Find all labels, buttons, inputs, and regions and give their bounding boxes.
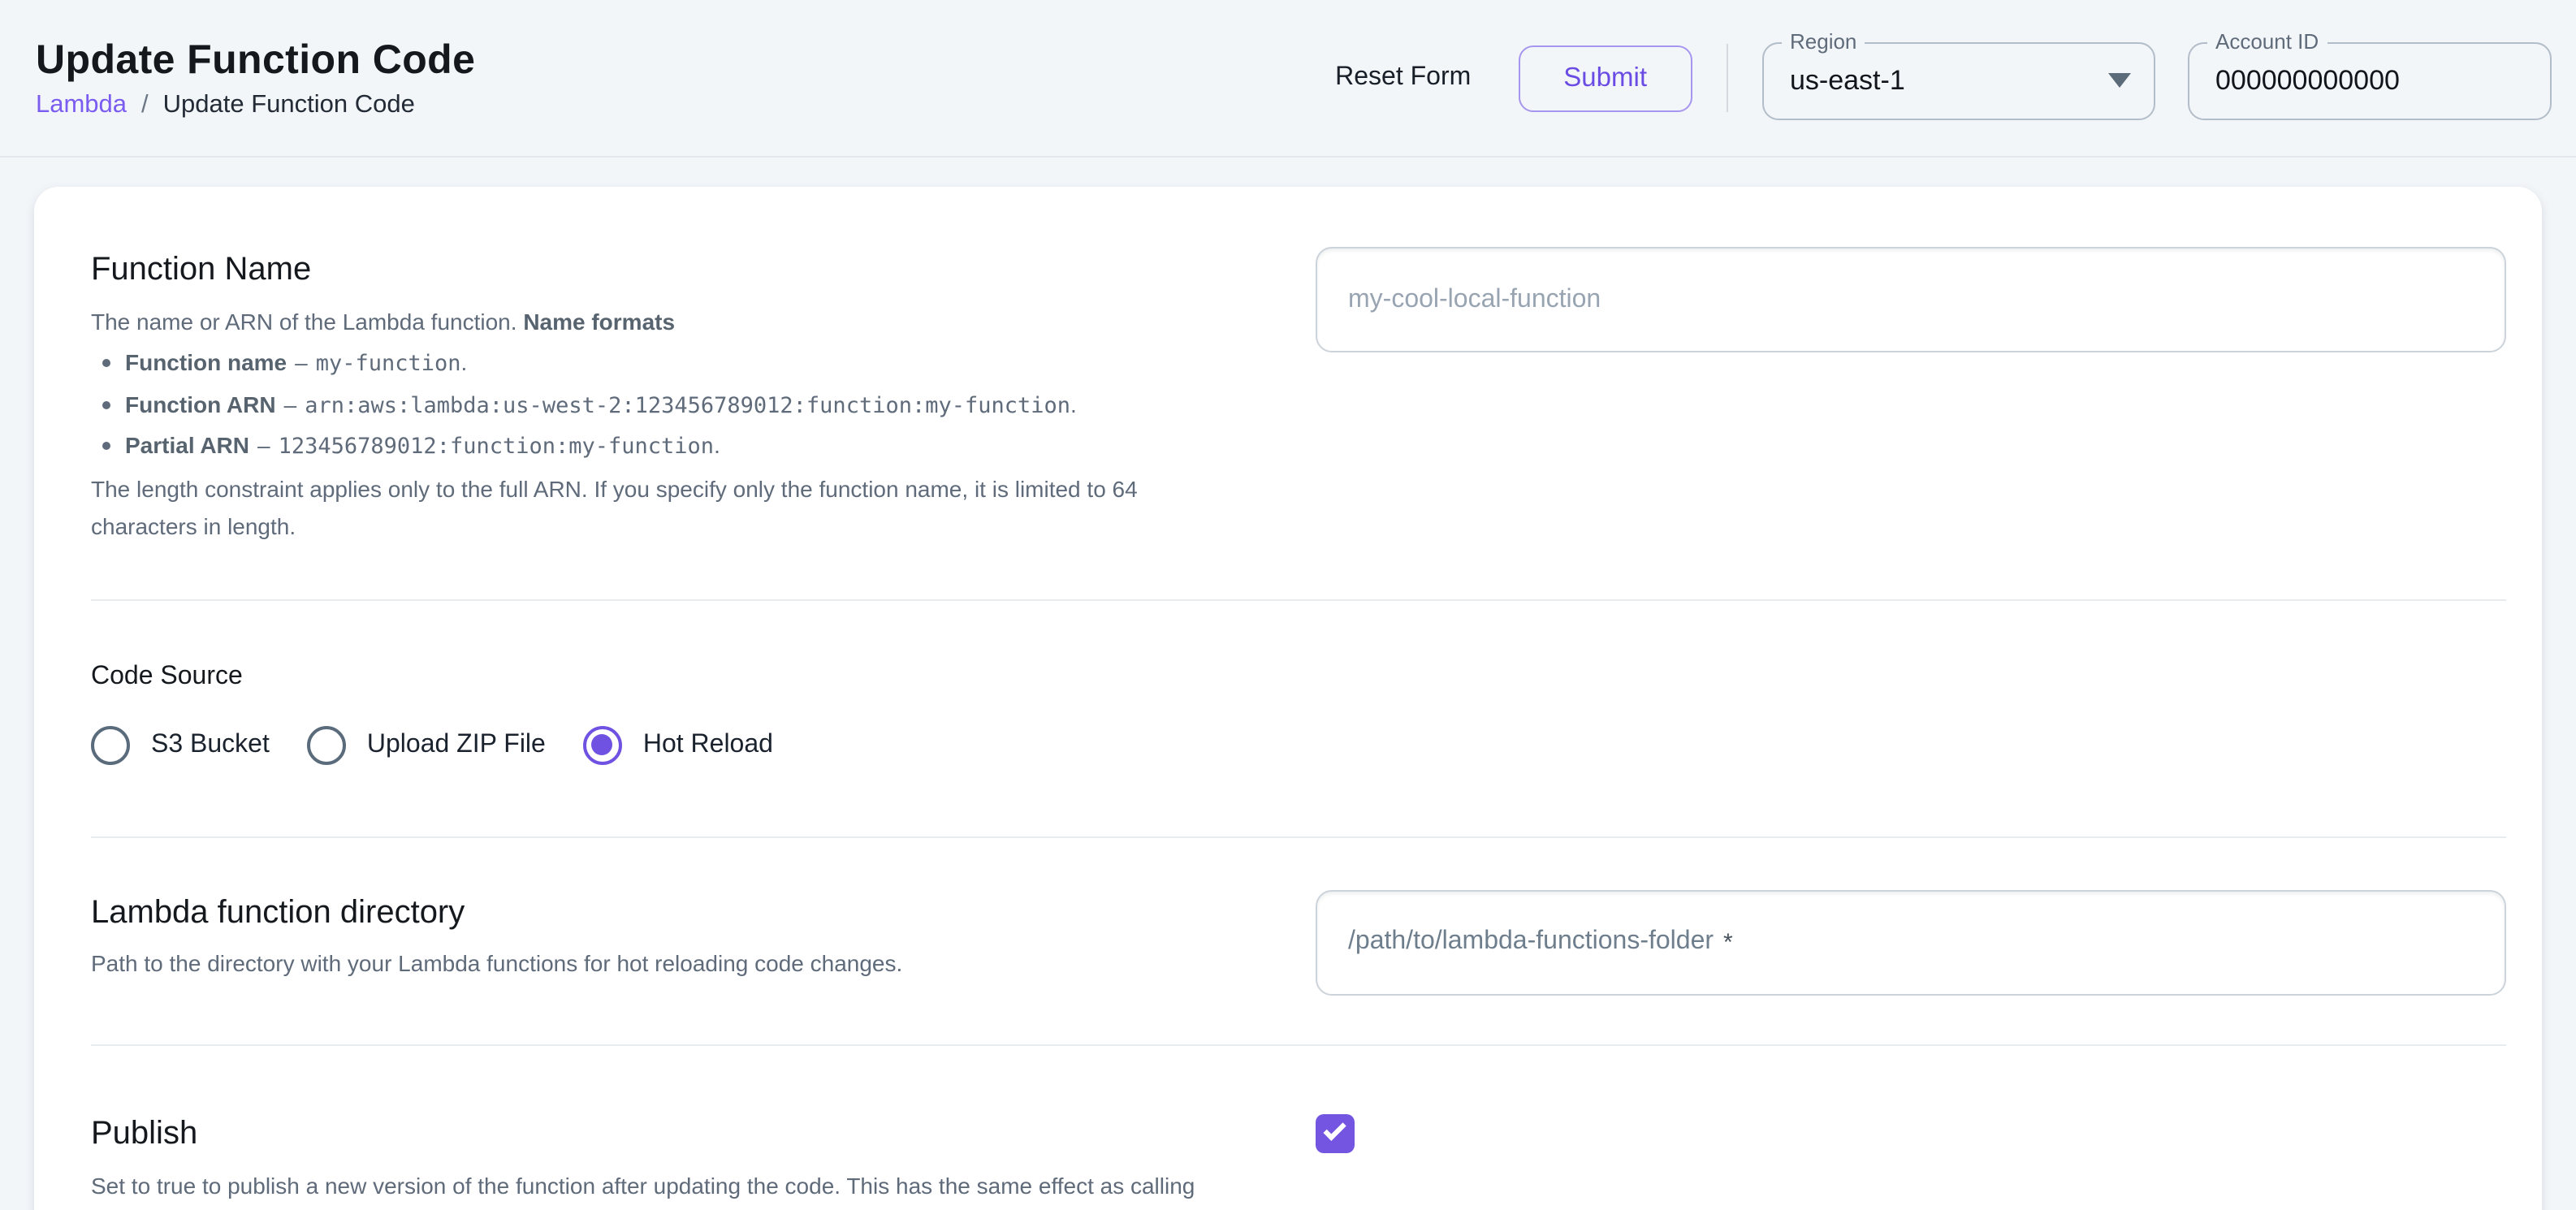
header-divider [1727, 44, 1728, 112]
publish-checkbox-col [1244, 1110, 2506, 1210]
form-card: Function Name The name or ARN of the Lam… [34, 187, 2542, 1210]
breadcrumb-separator: / [141, 90, 149, 119]
radio-option-upload-zip[interactable]: Upload ZIP File [307, 725, 546, 764]
region-value: us-east-1 [1790, 64, 1905, 97]
radio-icon [307, 725, 346, 764]
submit-button[interactable]: Submit [1518, 45, 1692, 111]
page-header: Update Function Code Lambda / Update Fun… [0, 0, 2576, 158]
function-name-desc-footer: The length constraint applies only to th… [91, 475, 1138, 538]
account-id-field: Account ID [2188, 41, 2552, 119]
header-actions: Reset Form Submit Region us-east-1 Accou… [1316, 37, 2552, 119]
publish-info: Publish Set to true to publish a new ver… [91, 1110, 1244, 1210]
publish-heading: Publish [91, 1110, 1244, 1156]
directory-description: Path to the directory with your Lambda f… [91, 944, 1244, 982]
directory-input[interactable]: /path/to/lambda-functions-folder * [1316, 889, 2506, 995]
radio-option-s3-bucket[interactable]: S3 Bucket [91, 725, 270, 764]
header-title-block: Update Function Code Lambda / Update Fun… [36, 37, 475, 119]
section-code-source: Code Source S3 Bucket Upload ZIP File Ho… [91, 600, 2506, 836]
page-content: Function Name The name or ARN of the Lam… [0, 158, 2576, 1210]
breadcrumb: Lambda / Update Function Code [36, 90, 475, 119]
breadcrumb-current: Update Function Code [163, 90, 415, 119]
function-name-desc-intro: The name or ARN of the Lambda function. [91, 309, 523, 335]
check-icon [1322, 1118, 1345, 1141]
name-format-list: Function name – my-function . Function A… [91, 343, 1244, 467]
radio-icon [91, 725, 130, 764]
function-name-info: Function Name The name or ARN of the Lam… [91, 247, 1244, 545]
function-name-desc-bold: Name formats [523, 309, 675, 335]
page-title: Update Function Code [36, 37, 475, 84]
list-item: Function ARN – arn:aws:lambda:us-west-2:… [102, 384, 1244, 426]
directory-input-col: /path/to/lambda-functions-folder * [1244, 889, 2506, 995]
directory-placeholder: /path/to/lambda-functions-folder [1348, 927, 1714, 957]
function-name-heading: Function Name [91, 247, 1244, 292]
section-function-name: Function Name The name or ARN of the Lam… [91, 187, 2506, 599]
chevron-down-icon [2108, 73, 2131, 88]
publish-checkbox[interactable] [1316, 1113, 1355, 1152]
code-source-radio-group: S3 Bucket Upload ZIP File Hot Reload [91, 725, 2506, 764]
list-item: Partial ARN – 123456789012:function:my-f… [102, 426, 1244, 467]
reset-form-button[interactable]: Reset Form [1316, 47, 1490, 109]
region-select[interactable]: Region us-east-1 [1762, 41, 2155, 119]
function-name-input[interactable] [1316, 247, 2506, 352]
account-id-input[interactable] [2215, 64, 2540, 97]
function-name-description: The name or ARN of the Lambda function. … [91, 304, 1244, 545]
required-asterisk: * [1723, 928, 1733, 956]
radio-option-hot-reload[interactable]: Hot Reload [583, 725, 773, 764]
directory-info: Lambda function directory Path to the di… [91, 889, 1244, 995]
breadcrumb-link-lambda[interactable]: Lambda [36, 90, 127, 119]
section-publish: Publish Set to true to publish a new ver… [91, 1045, 2506, 1210]
list-item: Function name – my-function . [102, 343, 1244, 384]
radio-dot [592, 734, 613, 755]
app-root: Update Function Code Lambda / Update Fun… [0, 0, 2576, 1210]
code-source-heading: Code Source [91, 657, 2506, 696]
radio-selected-icon [583, 725, 622, 764]
publish-description: Set to true to publish a new version of … [91, 1167, 1244, 1210]
function-name-input-col [1244, 247, 2506, 545]
region-label: Region [1782, 28, 1865, 53]
directory-heading: Lambda function directory [91, 889, 1244, 935]
section-directory: Lambda function directory Path to the di… [91, 837, 2506, 1044]
account-id-label: Account ID [2207, 28, 2327, 53]
